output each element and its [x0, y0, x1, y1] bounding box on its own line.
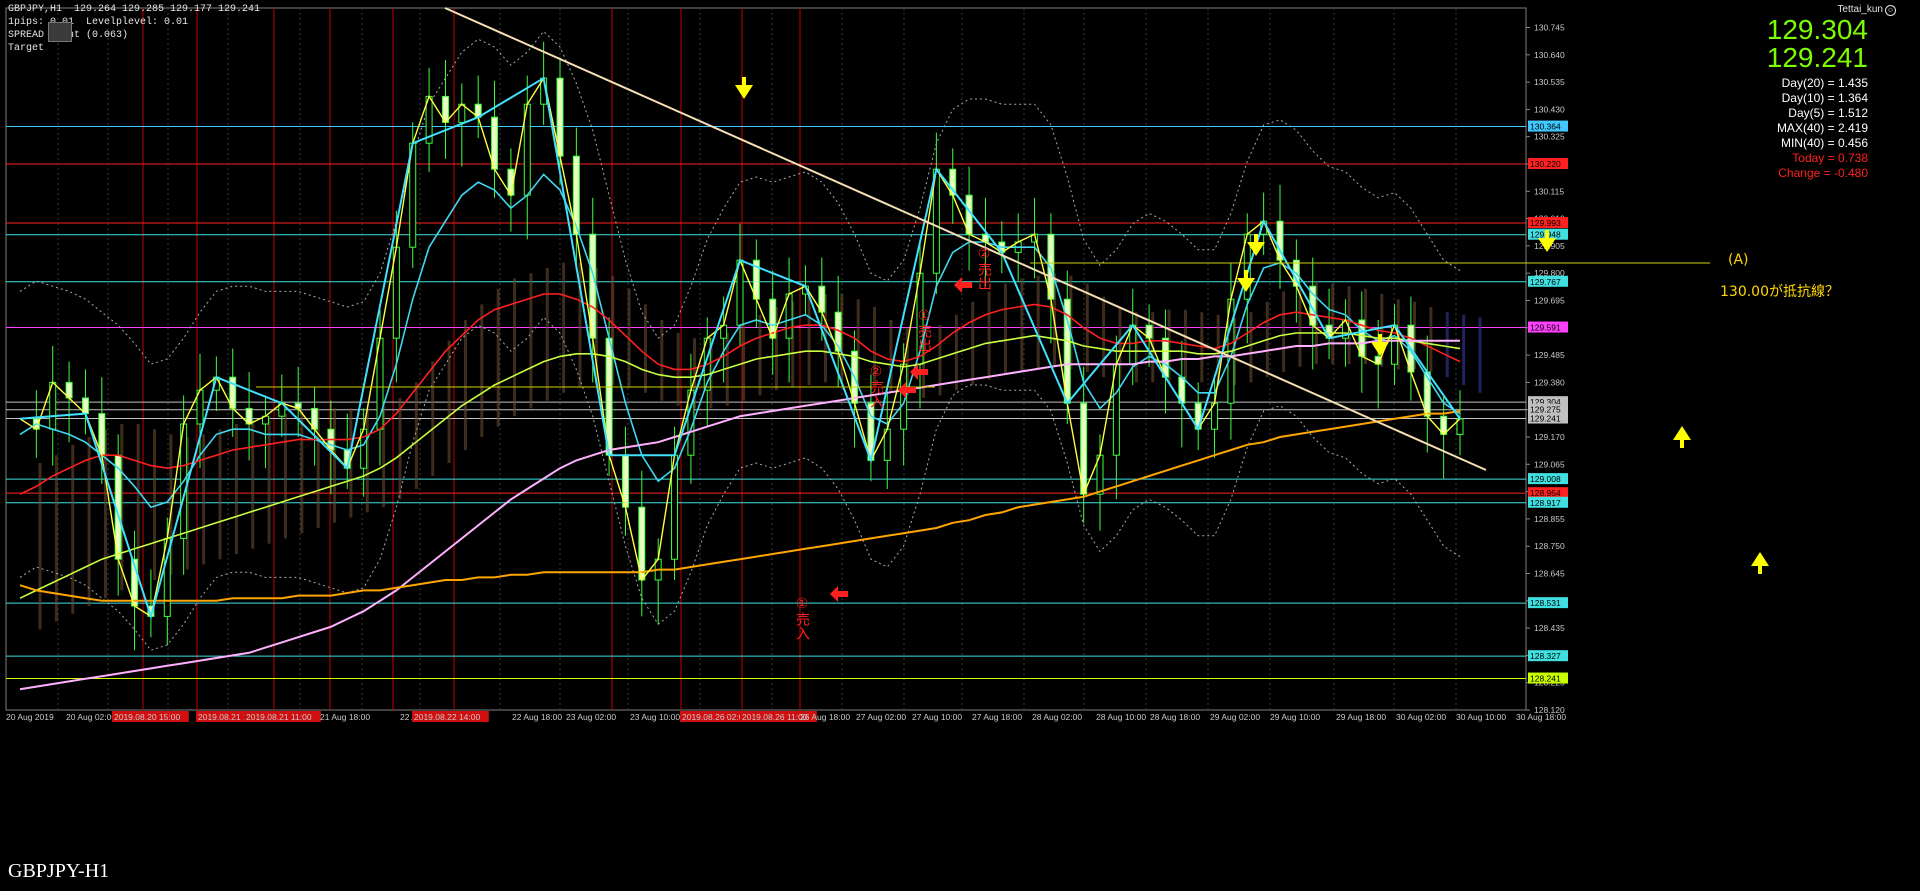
- x-tick-label: 28 Aug 02:00: [1032, 712, 1082, 722]
- stat-line: MAX(40) = 2.419: [1776, 121, 1868, 135]
- x-tick-label: 29 Aug 10:00: [1270, 712, 1320, 722]
- x-tick-label: 21 Aug 18:00: [320, 712, 370, 722]
- chart-header-symbol: GBPJPY,H1 129.264 129.285 129.177 129.24…: [8, 4, 261, 15]
- y-tick-label: 130.640: [1534, 50, 1565, 60]
- price-level-label: 128.327: [1530, 651, 1561, 661]
- y-tick-label: 129.380: [1534, 377, 1565, 387]
- price-level-label: 130.364: [1530, 122, 1561, 132]
- y-tick-label: 129.065: [1534, 459, 1565, 469]
- signal-arrow-icon: [910, 364, 928, 380]
- x-tick-label: 2019.08.26 11:00: [742, 712, 808, 722]
- chart-header-pips: 1pips: 0.01 Levelplevel: 0.01: [8, 17, 189, 28]
- x-tick-label: 30 Aug 02:00: [1396, 712, 1446, 722]
- price-level-label: 129.241: [1530, 414, 1561, 424]
- y-tick-label: 129.170: [1534, 432, 1565, 442]
- stat-line: Day(10) = 1.364: [1781, 91, 1868, 105]
- annotation-label-a: (A): [1728, 252, 1749, 268]
- ask-quote: 129.304: [1766, 14, 1868, 45]
- stat-line: Day(20) = 1.435: [1781, 76, 1868, 90]
- stat-line: Today = 0.738: [1792, 151, 1868, 165]
- signal-label-sell-exit-2: ②売出: [976, 246, 992, 290]
- x-tick-label: 23 Aug 10:00: [630, 712, 680, 722]
- arrow-up-icon: [1751, 552, 1769, 574]
- stat-line: Change = -0.480: [1778, 166, 1868, 180]
- arrow-down-icon: [1237, 270, 1255, 292]
- bid-quote: 129.241: [1766, 42, 1868, 73]
- price-level-label: 129.591: [1530, 323, 1561, 333]
- x-tick-label: 23 Aug 02:00: [566, 712, 616, 722]
- price-level-label: 128.531: [1530, 598, 1561, 608]
- x-tick-label: 2019.08.22 14:00: [414, 712, 480, 722]
- y-tick-label: 128.645: [1534, 569, 1565, 579]
- x-tick-label: 20 Aug 02:00: [66, 712, 116, 722]
- signal-arrow-icon: [954, 277, 972, 293]
- stat-line: MIN(40) = 0.456: [1780, 136, 1868, 150]
- x-tick-label: 30 Aug 10:00: [1456, 712, 1506, 722]
- price-level-label: 128.954: [1530, 488, 1561, 498]
- y-tick-label: 130.535: [1534, 77, 1565, 87]
- x-tick-label: 27 Aug 10:00: [912, 712, 962, 722]
- x-tick-label: 28 Aug 18:00: [1150, 712, 1200, 722]
- arrow-down-icon: [735, 77, 753, 99]
- price-level-label: 129.008: [1530, 474, 1561, 484]
- timeframe-label: GBPJPY-H1: [8, 860, 110, 882]
- y-tick-label: 130.115: [1534, 186, 1564, 196]
- smiley-icon: ☺: [1885, 5, 1896, 16]
- y-tick-label: 129.485: [1534, 350, 1565, 360]
- signal-label-sell-entry-1: ①売入: [794, 596, 810, 640]
- stat-line: Day(5) = 1.512: [1788, 106, 1868, 120]
- x-tick-label: 2019.08.20 15:00: [114, 712, 180, 722]
- x-tick-label: 27 Aug 02:00: [856, 712, 906, 722]
- chart-window-icon[interactable]: [48, 22, 72, 42]
- x-tick-label: 2019.08.26 02:00: [682, 712, 748, 722]
- signal-label-sell-exit-1: ①売出: [916, 308, 932, 352]
- y-tick-label: 128.750: [1534, 541, 1565, 551]
- x-tick-label: 22 Aug 18:00: [512, 712, 562, 722]
- x-tick-label: 29 Aug 02:00: [1210, 712, 1260, 722]
- x-tick-label: 20 Aug 2019: [6, 712, 54, 722]
- x-tick-label: 26 Aug 18:00: [800, 712, 850, 722]
- x-tick-label: 27 Aug 18:00: [972, 712, 1022, 722]
- y-tick-label: 128.855: [1534, 514, 1565, 524]
- x-tick-label: 29 Aug 18:00: [1336, 712, 1386, 722]
- volatility-stats: Day(20) = 1.435 Day(10) = 1.364 Day(5) = 1…: [1777, 76, 1868, 181]
- price-level-label: 129.993: [1530, 218, 1561, 228]
- price-level-label: 128.917: [1530, 498, 1561, 508]
- y-tick-label: 129.695: [1534, 296, 1565, 306]
- signal-label-sell-entry-2: ②売入: [868, 364, 884, 408]
- y-tick-label: 130.430: [1534, 104, 1565, 114]
- y-tick-label: 128.435: [1534, 623, 1565, 633]
- plot-frame: [5, 7, 1527, 711]
- signal-arrow-icon: [830, 586, 848, 602]
- x-tick-label: 2019.08.21 11:00: [246, 712, 312, 722]
- price-level-label: 130.220: [1530, 159, 1561, 169]
- chart-header-target: Target: [8, 43, 45, 54]
- x-tick-label: 28 Aug 10:00: [1096, 712, 1146, 722]
- arrow-up-icon: [1673, 426, 1691, 448]
- price-chart[interactable]: 130.745 130.640 130.535 130.430 130.325 130.2…: [0, 0, 1920, 891]
- y-tick-label: 130.745: [1534, 23, 1565, 33]
- x-tick-label: 30 Aug 18:00: [1516, 712, 1566, 722]
- y-tick-label: 130.325: [1534, 132, 1565, 142]
- price-level-label: 129.767: [1530, 277, 1561, 287]
- price-level-label: 128.241: [1530, 674, 1561, 684]
- resistance-note: 130.00が抵抗線？: [1720, 284, 1839, 300]
